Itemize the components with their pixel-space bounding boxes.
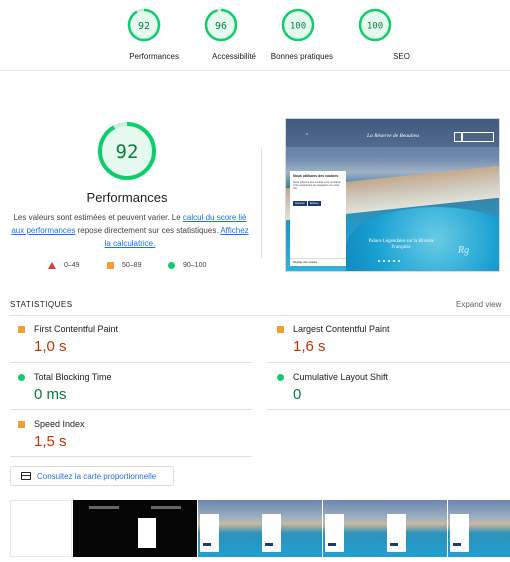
- metric-name: Speed Index: [34, 419, 85, 429]
- gauge-ring: 92: [127, 8, 161, 42]
- metric-value: 0 ms: [34, 386, 67, 403]
- legend-average: 50–89: [107, 262, 141, 269]
- metric-divider: [267, 409, 510, 410]
- gauge-ring: 100: [281, 8, 315, 42]
- filmstrip-frame: [447, 500, 510, 557]
- metric-divider: [267, 362, 510, 363]
- gauge-label: Bonnes pratiques: [270, 52, 333, 61]
- treemap-icon: [21, 472, 31, 480]
- gauge-score: 92: [138, 21, 150, 32]
- carousel-dots: [378, 260, 400, 262]
- filmstrip-frame: [260, 500, 322, 557]
- metric-name: Largest Contentful Paint: [293, 324, 390, 334]
- pass-circle-icon: [277, 374, 284, 381]
- site-tagline: Palace Légendaire sur la Riviera Françai…: [368, 239, 434, 250]
- signature-logo: Rg: [458, 245, 470, 256]
- menu-icon: ≡: [306, 132, 308, 136]
- metric-value: 1,0 s: [34, 338, 67, 355]
- cookie-title: Nous utilisons des cookies: [293, 174, 339, 178]
- metric-name: First Contentful Paint: [34, 324, 119, 334]
- performance-description: Les valeurs sont estimées et peuvent var…: [10, 211, 250, 250]
- gauge-score: 100: [290, 22, 306, 32]
- performance-title: Performances: [86, 190, 168, 205]
- treemap-button[interactable]: Consultez la carte proportionnelle: [10, 466, 174, 486]
- page-screenshot: ≡ La Réserve de Beaulieu Palace Légendai…: [285, 118, 500, 272]
- gauge-best-practices[interactable]: 100 Bonnes pratiques: [263, 8, 333, 64]
- legend-fail-range: 0–49: [64, 262, 80, 269]
- filmstrip-frame: [135, 500, 197, 557]
- average-square-icon: [277, 326, 284, 333]
- gauge-accessibility[interactable]: 96 Accessibilité: [186, 8, 256, 64]
- lang-button: [454, 132, 462, 142]
- site-brand: La Réserve de Beaulieu: [366, 133, 420, 139]
- cookie-banner: Nous utilisons des cookies Nous utilison…: [290, 171, 346, 266]
- legend-pass: 90–100: [168, 262, 206, 269]
- performance-ring: 92: [98, 122, 156, 180]
- desc-text-2: repose directement sur ces statistiques.: [75, 226, 221, 235]
- filmstrip-frame: [10, 500, 72, 557]
- performance-gauge: 92: [96, 120, 158, 187]
- average-square-icon: [18, 421, 25, 428]
- book-button: [462, 132, 494, 142]
- metric-divider: [10, 456, 252, 457]
- cookie-settings: Réglage des cookies: [290, 258, 346, 266]
- gauge-ring: 96: [204, 8, 238, 42]
- gauge-label: Accessibilité: [211, 52, 256, 61]
- metric-value: 1,5 s: [34, 433, 67, 450]
- stats-divider: [10, 315, 510, 316]
- summary-gauges: 92 Performances 96 Accessibilité 100 Bon…: [0, 0, 510, 71]
- filmstrip-frame: [322, 500, 385, 557]
- gauge-label: SEO: [393, 52, 410, 61]
- metric-name: Cumulative Layout Shift: [293, 372, 389, 382]
- metric-name: Total Blocking Time: [34, 372, 112, 382]
- cookie-text: Nous utilisons des cookies pour améliore…: [293, 180, 342, 191]
- gauge-score: 96: [215, 21, 227, 32]
- gauge-score: 100: [367, 22, 383, 32]
- pass-circle-icon: [168, 262, 175, 269]
- vertical-divider: [261, 148, 262, 258]
- filmstrip: [10, 500, 510, 557]
- desc-text-1: Les valeurs sont estimées et peuvent var…: [13, 213, 183, 222]
- average-square-icon: [107, 262, 114, 269]
- metric-divider: [10, 409, 252, 410]
- filmstrip-frame: [72, 500, 135, 557]
- cookie-accept-button: Accepter: [293, 200, 307, 206]
- performance-score: 92: [116, 141, 139, 163]
- legend-pass-range: 90–100: [183, 262, 207, 269]
- treemap-label: Consultez la carte proportionnelle: [37, 471, 157, 481]
- stats-title: STATISTIQUES: [10, 300, 73, 309]
- gauge-label: Performances: [129, 52, 179, 61]
- cookie-refuse-button: Refuser: [307, 200, 321, 206]
- metric-divider: [10, 362, 252, 363]
- fail-triangle-icon: [48, 262, 56, 269]
- pass-circle-icon: [18, 374, 25, 381]
- legend-average-range: 50–89: [122, 262, 142, 269]
- legend-fail: 0–49: [48, 262, 80, 269]
- average-square-icon: [18, 326, 25, 333]
- gauge-seo[interactable]: 100 SEO: [340, 8, 410, 64]
- filmstrip-frame: [197, 500, 260, 557]
- gauge-ring: 100: [358, 8, 392, 42]
- metric-value: 1,6 s: [293, 338, 326, 355]
- filmstrip-frame: [385, 500, 447, 557]
- gauge-performance[interactable]: 92 Performances: [109, 8, 179, 64]
- expand-view-toggle[interactable]: Expand view: [456, 300, 501, 309]
- metric-value: 0: [293, 386, 302, 403]
